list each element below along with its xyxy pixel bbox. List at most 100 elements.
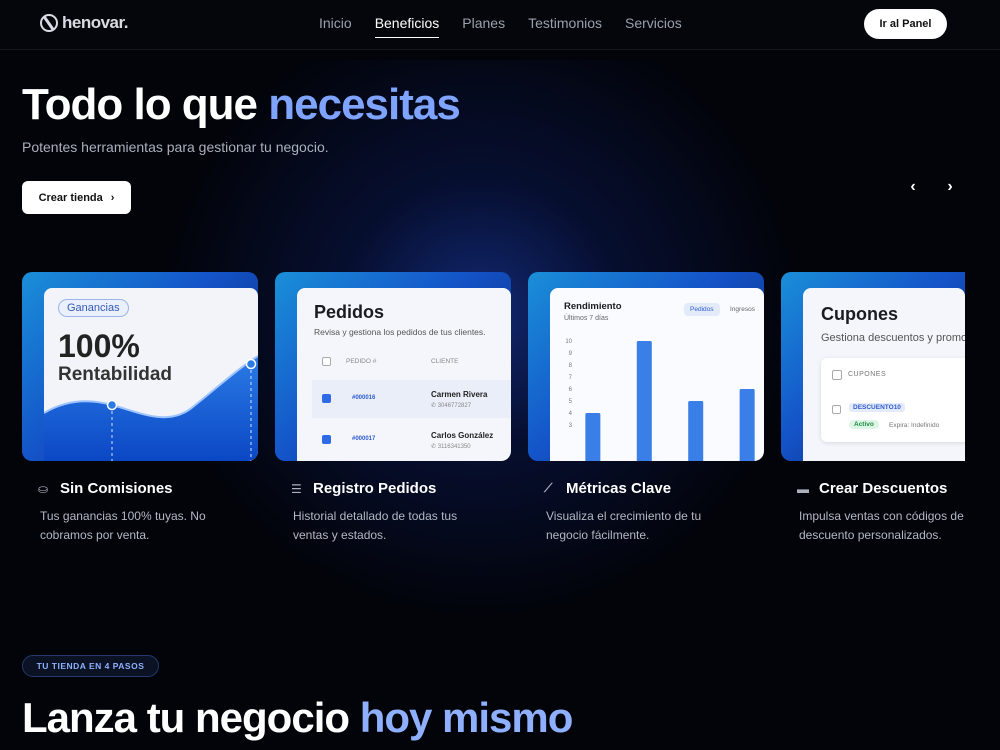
table-row[interactable]: #000016 Carmen Rivera ✆ 3046772827: [312, 380, 511, 418]
hero-title-text: Todo lo que: [22, 80, 269, 129]
col-cliente: CLIENTE: [431, 358, 459, 365]
chevron-right-icon: ›: [110, 191, 115, 204]
y-tick-label: 4: [569, 411, 573, 417]
card-rendimiento: Rendimiento Últimos 7 días Pedidos Ingre…: [528, 272, 764, 461]
nav-link-servicios[interactable]: Servicios: [625, 15, 682, 38]
create-store-label: Crear tienda: [38, 191, 103, 204]
order-id: #000017: [352, 436, 376, 442]
client-name: Carlos González: [431, 431, 494, 440]
table-row[interactable]: #000017 Carlos González ✆ 3116341350: [312, 421, 511, 459]
feature-description: Historial detallado de todas tus ventas …: [293, 509, 458, 542]
feature-registro-pedidos: ☰ Registro Pedidos Historial detallado d…: [291, 480, 521, 545]
cupones-panel: Cupones Gestiona descuentos y promo CUPO…: [803, 288, 965, 461]
col-cupones: CUPONES: [848, 371, 887, 378]
feature-title-text: Métricas Clave: [566, 480, 672, 497]
ganancias-panel: Ganancias 100% Rentabilidad: [44, 288, 258, 461]
client-phone-number: 3046772827: [437, 403, 472, 409]
rendimiento-bar-chart: 10 9 8 7 6 5 4 3: [565, 339, 755, 461]
client-name: Carmen Rivera: [431, 390, 488, 399]
y-tick-label: 3: [569, 423, 573, 429]
hero-title: Todo lo que necesitas: [22, 80, 461, 130]
chart-bar[interactable]: [585, 413, 601, 461]
feature-description: Tus ganancias 100% tuyas. No cobramos po…: [40, 509, 206, 542]
feature-description: Impulsa ventas con códigos de descuento …: [799, 509, 964, 542]
cupones-title: Cupones: [821, 304, 899, 324]
ganancias-percent: 100%: [58, 328, 140, 364]
nav-link-planes[interactable]: Planes: [462, 15, 505, 38]
col-pedido: PEDIDO #: [346, 358, 377, 365]
row-checkbox[interactable]: [322, 435, 331, 444]
steps-badge: TU TIENDA EN 4 PASOS: [22, 655, 159, 677]
feature-sin-comisiones: ⛀ Sin Comisiones Tus ganancias 100% tuya…: [38, 480, 268, 545]
top-navbar: henovar. Inicio Beneficios Planes Testim…: [0, 0, 1000, 50]
select-all-checkbox[interactable]: [322, 357, 331, 366]
chart-bar[interactable]: [688, 401, 704, 461]
ganancias-label: Rentabilidad: [58, 364, 173, 385]
tab-pedidos[interactable]: Pedidos: [684, 303, 720, 316]
list-icon: ☰: [291, 481, 302, 496]
chevron-right-icon: ›: [947, 178, 953, 195]
coupon-code: DESCUENTO10: [849, 403, 905, 412]
coupon-expiry: Expira: Indefinido: [889, 422, 940, 429]
coupon-status-badge: Activo: [849, 420, 879, 429]
feature-title: ☰ Registro Pedidos: [291, 480, 521, 497]
row-checkbox[interactable]: [322, 394, 331, 403]
steps-title: Lanza tu negocio hoy mismo: [22, 694, 574, 742]
card-pedidos: Pedidos Revisa y gestiona los pedidos de…: [275, 272, 511, 461]
money-icon: ⛀: [38, 481, 49, 496]
pedidos-panel: Pedidos Revisa y gestiona los pedidos de…: [297, 288, 511, 461]
go-to-panel-button[interactable]: Ir al Panel: [864, 9, 947, 39]
card-ganancias: Ganancias 100% Rentabilidad: [22, 272, 258, 461]
rendimiento-panel: Rendimiento Últimos 7 días Pedidos Ingre…: [550, 288, 764, 461]
cupones-subtitle: Gestiona descuentos y promo: [821, 332, 965, 344]
y-tick-label: 10: [565, 339, 572, 345]
y-tick-label: 8: [569, 363, 573, 369]
feature-title: ⟋ Métricas Clave: [544, 480, 774, 497]
pedidos-subtitle: Revisa y gestiona los pedidos de tus cli…: [314, 327, 486, 337]
select-all-checkbox[interactable]: [832, 370, 842, 380]
y-tick-label: 7: [569, 375, 573, 381]
feature-title: ⛀ Sin Comisiones: [38, 480, 268, 497]
nav-link-beneficios[interactable]: Beneficios: [374, 15, 440, 38]
card-cupones: Cupones Gestiona descuentos y promo CUPO…: [781, 272, 965, 461]
pedidos-title: Pedidos: [314, 302, 385, 322]
feature-title-text: Registro Pedidos: [313, 480, 437, 497]
chevron-left-icon: ‹: [910, 178, 916, 195]
feature-crear-descuentos: ▬ Crear Descuentos Impulsa ventas con có…: [797, 480, 977, 545]
nav-links: Inicio Beneficios Planes Testimonios Ser…: [319, 15, 705, 38]
card-icon: ▬: [797, 481, 809, 496]
steps-title-text: Lanza tu negocio: [22, 694, 360, 741]
chart-bar[interactable]: [739, 389, 755, 461]
cupones-table: CUPONES DESCUENTO10 Activo Expira: Indef…: [821, 358, 965, 442]
feature-description: Visualiza el crecimiento de tu negocio f…: [546, 509, 702, 542]
y-tick-label: 6: [569, 387, 573, 393]
hero-subtitle: Potentes herramientas para gestionar tu …: [22, 139, 329, 155]
y-tick-label: 9: [569, 351, 573, 357]
y-tick-label: 5: [569, 399, 573, 405]
hero-title-highlight: necesitas: [268, 80, 461, 129]
client-phone: ✆ 3046772827: [431, 403, 472, 409]
client-phone-number: 3116341350: [437, 444, 471, 450]
tab-ingresos[interactable]: Ingresos: [730, 306, 755, 313]
brand-name: henovar.: [62, 13, 128, 32]
carousel-next-button[interactable]: ›: [940, 177, 960, 197]
feature-metricas-clave: ⟋ Métricas Clave Visualiza el crecimient…: [544, 480, 774, 545]
client-phone: ✆ 3116341350: [431, 444, 471, 450]
brand-logo[interactable]: henovar.: [40, 13, 128, 33]
feature-title-text: Sin Comisiones: [60, 480, 173, 497]
carousel-prev-button[interactable]: ‹: [903, 177, 923, 197]
create-store-button[interactable]: Crear tienda ›: [22, 181, 131, 214]
rendimiento-title: Rendimiento: [564, 301, 622, 312]
order-id: #000016: [352, 395, 376, 401]
rendimiento-subtitle: Últimos 7 días: [564, 315, 609, 322]
logo-icon: [40, 14, 58, 32]
row-checkbox[interactable]: [832, 405, 841, 414]
steps-title-highlight: hoy mismo: [359, 694, 574, 741]
chart-icon: ⟋: [544, 481, 553, 495]
nav-link-inicio[interactable]: Inicio: [319, 15, 352, 38]
feature-title-text: Crear Descuentos: [819, 480, 948, 497]
feature-title: ▬ Crear Descuentos: [797, 480, 977, 497]
chart-bar[interactable]: [636, 341, 652, 461]
ganancias-badge: Ganancias: [58, 299, 129, 317]
nav-link-testimonios[interactable]: Testimonios: [528, 15, 602, 38]
